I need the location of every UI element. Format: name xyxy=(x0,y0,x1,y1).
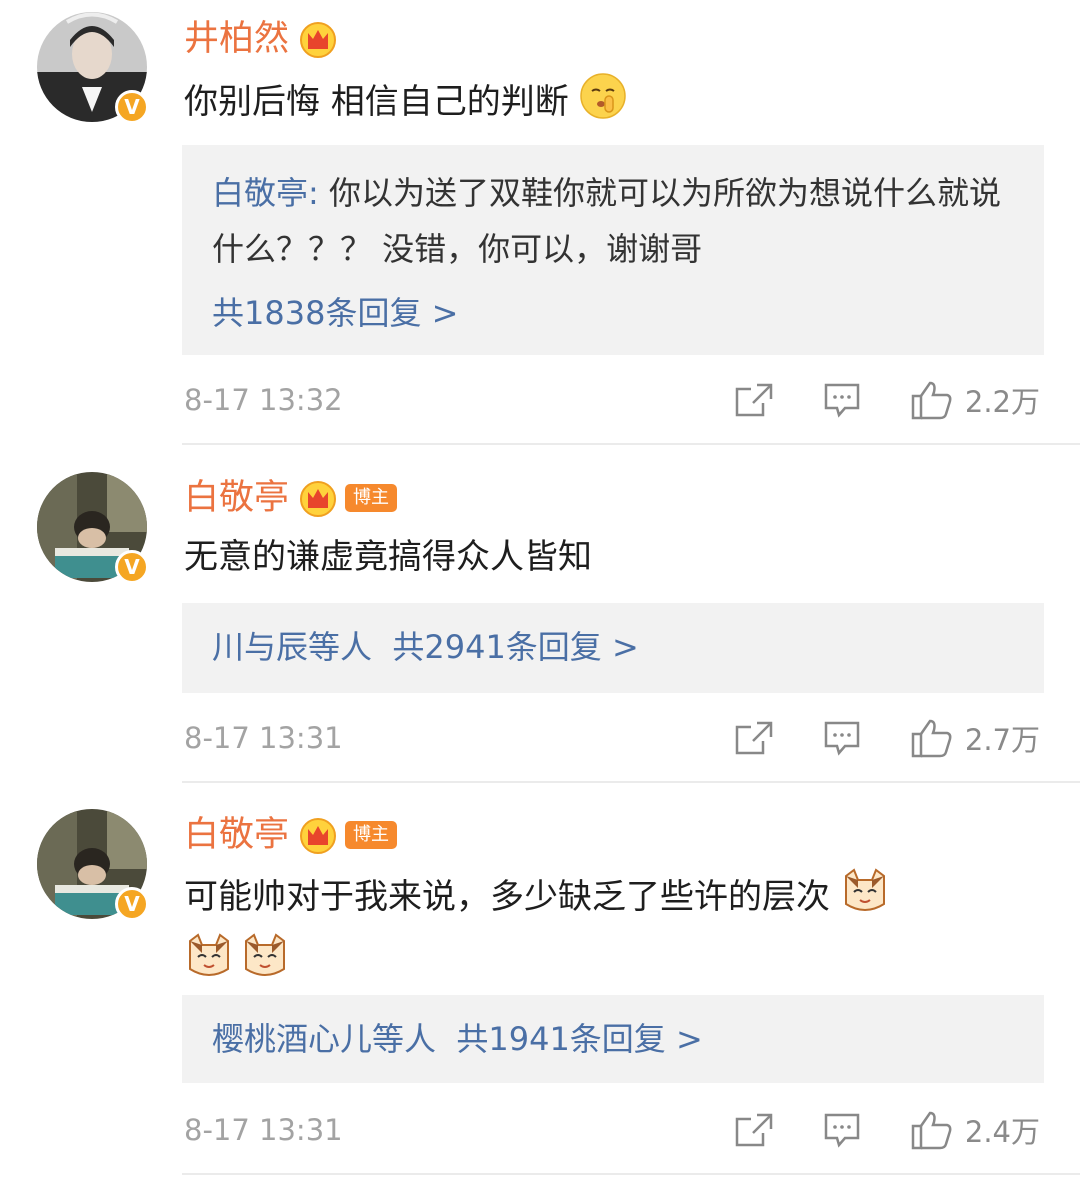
verified-badge: V xyxy=(115,90,149,124)
cat-emoji-icon xyxy=(840,866,890,931)
like-count: 2.7万 xyxy=(964,723,1040,757)
username[interactable]: 井柏然 xyxy=(184,17,289,61)
shush-emoji-icon xyxy=(579,72,627,135)
crown-icon xyxy=(299,20,337,58)
reply-count-link[interactable]: 共1941条回复 > xyxy=(456,1020,702,1058)
reply-summary: 樱桃酒心儿等人 共1941条回复 > xyxy=(212,1011,1014,1067)
thumbs-up-icon xyxy=(911,1110,953,1150)
reply-preview-box[interactable]: 樱桃酒心儿等人 共1941条回复 > xyxy=(182,995,1044,1083)
divider xyxy=(182,781,1080,783)
reply-preview-box[interactable]: 川与辰等人 共2941条回复 > xyxy=(182,603,1044,693)
timestamp: 8-17 13:31 xyxy=(184,1113,343,1147)
comment-icon[interactable] xyxy=(823,382,861,418)
avatar[interactable]: V xyxy=(37,472,149,584)
blogger-tag: 博主 xyxy=(345,484,398,512)
like-button[interactable]: 2.7万 xyxy=(911,717,1040,759)
timestamp: 8-17 13:32 xyxy=(184,383,343,417)
comment-icon[interactable] xyxy=(823,720,861,756)
timestamp: 8-17 13:31 xyxy=(184,721,343,755)
comment-icon[interactable] xyxy=(823,1112,861,1148)
share-icon[interactable] xyxy=(735,383,773,417)
avatar[interactable]: V xyxy=(37,12,149,124)
comment-text: 可能帅对于我来说，多少缺乏了些许的层次 xyxy=(184,866,1010,996)
reply-count-link[interactable]: 共1838条回复 > xyxy=(212,285,1014,341)
thumbs-up-icon xyxy=(911,718,953,758)
reply-users[interactable]: 川与辰等人 xyxy=(212,628,372,666)
reply-users[interactable]: 樱桃酒心儿等人 xyxy=(212,1020,436,1058)
reply-preview: 白敬亭: 你以为送了双鞋你就可以为所欲为想说什么就说什么？？？ 没错，你可以，谢… xyxy=(212,174,1001,268)
verified-badge: V xyxy=(115,887,149,921)
divider xyxy=(182,1173,1080,1175)
like-count: 2.2万 xyxy=(964,385,1040,419)
like-count: 2.4万 xyxy=(964,1115,1040,1149)
crown-icon xyxy=(299,816,337,854)
reply-count-link[interactable]: 共2941条回复 > xyxy=(392,628,638,666)
blogger-tag: 博主 xyxy=(345,821,398,849)
cat-emoji-icon xyxy=(240,931,290,996)
share-icon[interactable] xyxy=(735,1113,773,1147)
divider xyxy=(182,443,1080,445)
share-icon[interactable] xyxy=(735,721,773,755)
like-button[interactable]: 2.4万 xyxy=(911,1109,1040,1151)
avatar[interactable]: V xyxy=(37,809,149,921)
username[interactable]: 白敬亭 xyxy=(184,813,289,857)
crown-icon xyxy=(299,479,337,517)
reply-preview-box[interactable]: 白敬亭: 你以为送了双鞋你就可以为所欲为想说什么就说什么？？？ 没错，你可以，谢… xyxy=(182,145,1044,355)
comment-text: 无意的谦虚竟搞得众人皆知 xyxy=(184,537,592,577)
comment-text: 你别后悔 相信自己的判断 xyxy=(184,72,1020,135)
username[interactable]: 白敬亭 xyxy=(184,476,289,520)
cat-emoji-icon xyxy=(184,931,234,996)
like-button[interactable]: 2.2万 xyxy=(911,379,1040,421)
verified-badge: V xyxy=(115,550,149,584)
reply-summary: 川与辰等人 共2941条回复 > xyxy=(212,619,1014,675)
reply-username[interactable]: 白敬亭: xyxy=(212,174,329,212)
thumbs-up-icon xyxy=(911,380,953,420)
